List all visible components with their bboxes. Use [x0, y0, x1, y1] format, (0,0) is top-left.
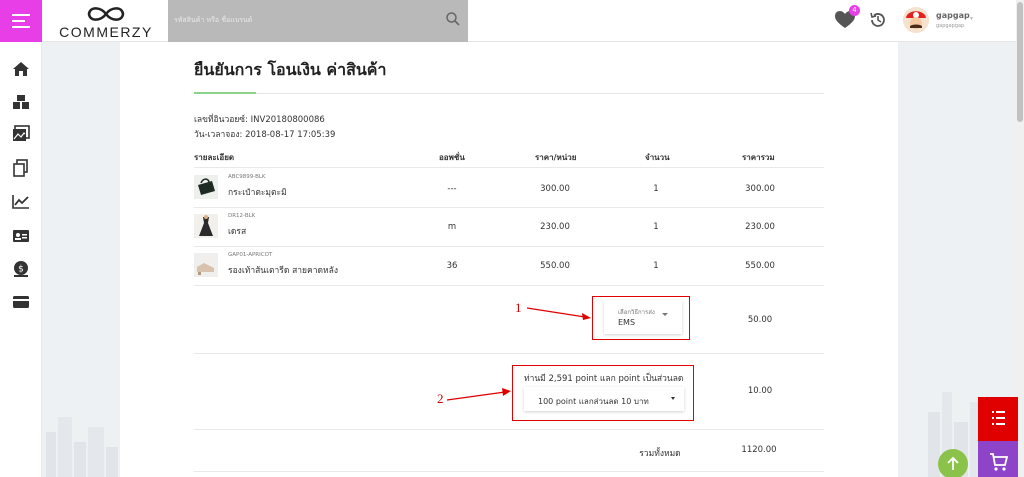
- grand-total-value: 1120.00: [741, 445, 777, 455]
- points-select-value: 100 point แลกส่วนลด 10 บาท: [538, 397, 649, 406]
- product-name[interactable]: เดรส: [228, 224, 246, 238]
- user-name[interactable]: gapgap: [936, 11, 970, 20]
- product-option: 36: [446, 261, 458, 271]
- sidebar: $: [0, 42, 42, 477]
- wishlist-count-badge: 4: [849, 5, 860, 16]
- product-unit-price: 300.00: [540, 184, 570, 194]
- brand-name: COMMERZY: [59, 24, 153, 40]
- points-discount: 10.00: [747, 386, 773, 396]
- row-divider: [194, 207, 824, 208]
- product-thumbnail[interactable]: [194, 214, 218, 238]
- product-unit-price: 550.00: [540, 261, 570, 271]
- points-redeem-select[interactable]: 100 point แลกส่วนลด 10 บาท: [524, 387, 684, 411]
- col-header-qty: จำนวน: [645, 153, 670, 162]
- id-card-icon[interactable]: [12, 227, 30, 245]
- money-coin-icon[interactable]: $: [12, 260, 30, 278]
- product-thumbnail[interactable]: [194, 253, 218, 277]
- product-total: 300.00: [745, 184, 775, 194]
- title-divider: [194, 93, 824, 94]
- booking-datetime: วัน-เวลาจอง: 2018-08-17 17:05:39: [194, 130, 336, 140]
- avatar-image-icon: [903, 7, 929, 33]
- gallery-icon[interactable]: [12, 125, 30, 143]
- history-icon[interactable]: [868, 10, 888, 30]
- shipping-cost: 50.00: [747, 315, 773, 325]
- product-sku: ABC9899-BLK: [228, 174, 266, 180]
- product-option: m: [447, 222, 457, 232]
- floating-cart-button[interactable]: [978, 441, 1018, 477]
- product-sku: DR12-BLK: [228, 213, 256, 219]
- brand-logo[interactable]: COMMERZY: [56, 2, 156, 40]
- hamburger-menu-button[interactable]: [0, 0, 42, 42]
- line-chart-icon[interactable]: [12, 192, 30, 210]
- chevron-down-icon: [662, 313, 668, 316]
- row-divider: [194, 471, 824, 472]
- col-header-total: ราคารวม: [742, 153, 775, 162]
- search-bar[interactable]: [168, 0, 468, 42]
- annotation-arrow-2: [446, 388, 511, 401]
- user-avatar[interactable]: [903, 7, 929, 33]
- product-qty: 1: [653, 184, 659, 194]
- dress-product-image-icon: [194, 214, 218, 238]
- row-divider: [194, 246, 824, 247]
- header-divider: [194, 167, 824, 168]
- boxes-icon[interactable]: [12, 93, 30, 111]
- product-total: 550.00: [745, 261, 775, 271]
- bag-product-image-icon: [194, 175, 218, 199]
- infinity-logo-icon: [87, 7, 125, 21]
- row-divider: [194, 353, 824, 354]
- copy-documents-icon[interactable]: [12, 159, 30, 177]
- floating-menu-button[interactable]: [978, 397, 1018, 441]
- annotation-number-1: 1: [515, 300, 522, 315]
- points-balance-text: ท่านมี 2,591 point แลก point เป็นส่วนลด: [524, 374, 684, 384]
- title-accent-bar: [194, 92, 256, 94]
- city-skyline-decoration: [46, 417, 118, 477]
- product-name[interactable]: กระเป๋าตะมุตะมิ: [228, 185, 287, 199]
- product-sku: GAP01-APRICOT: [228, 252, 273, 258]
- shipping-method-select[interactable]: เลือกวิธีการส่ง EMS: [604, 300, 682, 334]
- caret-down-icon: [671, 397, 675, 400]
- product-qty: 1: [653, 222, 659, 232]
- user-subtitle: gapgapgap: [936, 23, 965, 29]
- product-option: ---: [447, 184, 457, 194]
- credit-card-icon[interactable]: [12, 293, 30, 311]
- col-header-detail: รายละเอียด: [194, 153, 235, 162]
- svg-text:$: $: [18, 265, 24, 275]
- product-thumbnail[interactable]: [194, 175, 218, 199]
- confirmation-card: [120, 42, 898, 477]
- search-input[interactable]: [174, 12, 434, 28]
- annotation-arrow-1: [526, 307, 591, 320]
- col-header-unit-price: ราคา/หน่วย: [535, 153, 577, 162]
- shipping-select-label: เลือกวิธีการส่ง: [618, 309, 655, 316]
- col-header-option: ออพชั่น: [439, 153, 465, 162]
- left-background-panel: [42, 42, 120, 477]
- top-bar: COMMERZY 4 gapgap gapgapgap ▾: [0, 0, 1024, 42]
- row-divider: [194, 285, 824, 286]
- hamburger-icon: [12, 14, 30, 28]
- invoice-number: เลขที่อินวอยซ์: INV20180800086: [194, 115, 325, 125]
- user-menu-caret-icon[interactable]: ▾: [970, 15, 973, 22]
- cart-icon: [990, 453, 1009, 471]
- search-icon[interactable]: [445, 11, 461, 27]
- grand-total-label: รวมทั้งหมด: [639, 449, 681, 459]
- page-title: ยืนยันการ โอนเงิน ค่าสินค้า: [194, 60, 387, 79]
- shipping-select-value: EMS: [618, 318, 636, 327]
- annotation-number-2: 2: [437, 391, 444, 406]
- product-qty: 1: [653, 261, 659, 271]
- product-unit-price: 230.00: [540, 222, 570, 232]
- product-name[interactable]: รองเท้าส้นเตารีด สายคาดหลัง: [228, 263, 338, 277]
- shoe-product-image-icon: [194, 253, 218, 277]
- scroll-to-top-button[interactable]: [938, 449, 968, 477]
- scrollbar-thumb[interactable]: [1017, 2, 1023, 122]
- arrow-up-icon: [947, 456, 959, 470]
- home-icon[interactable]: [12, 60, 30, 78]
- row-divider: [194, 429, 824, 430]
- product-total: 230.00: [745, 222, 775, 232]
- list-icon: [992, 411, 1005, 425]
